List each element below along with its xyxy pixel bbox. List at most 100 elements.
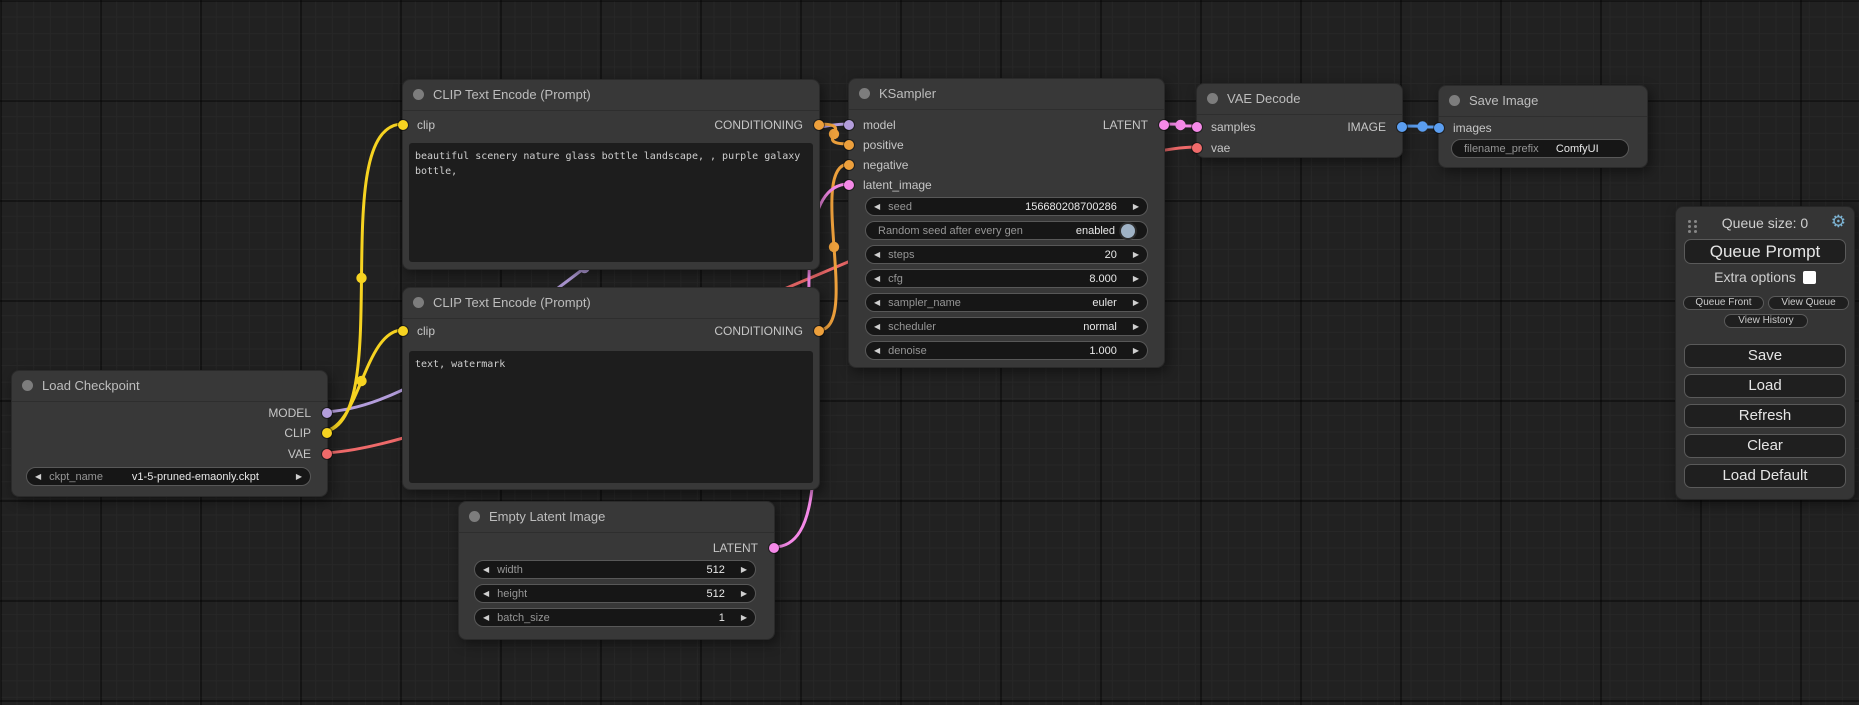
node-empty-latent-image[interactable]: Empty Latent Image LATENT ◀ width 512 ▶ … [458, 501, 775, 640]
right-arrow-icon[interactable]: ▶ [1125, 246, 1147, 263]
left-arrow-icon[interactable]: ◀ [475, 585, 497, 602]
node-title-bar[interactable]: KSampler [849, 79, 1164, 110]
output-slot-model[interactable] [322, 408, 332, 418]
input-slot-positive[interactable] [844, 140, 854, 150]
left-arrow-icon[interactable]: ◀ [866, 246, 888, 263]
left-arrow-icon[interactable]: ◀ [866, 342, 888, 359]
widget-filename-prefix[interactable]: filename_prefix ComfyUI [1451, 139, 1629, 158]
widget-random-seed-toggle[interactable]: Random seed after every gen enabled [865, 221, 1148, 240]
queue-prompt-button[interactable]: Queue Prompt [1684, 239, 1846, 264]
node-title-bar[interactable]: Load Checkpoint [12, 371, 327, 402]
output-slot-conditioning[interactable] [814, 120, 824, 130]
left-arrow-icon[interactable]: ◀ [866, 198, 888, 215]
left-arrow-icon[interactable]: ◀ [866, 294, 888, 311]
node-title-bar[interactable]: Empty Latent Image [459, 502, 774, 533]
view-history-button[interactable]: View History [1724, 314, 1808, 328]
widget-denoise[interactable]: ◀ denoise 1.000 ▶ [865, 341, 1148, 360]
left-arrow-icon[interactable]: ◀ [866, 318, 888, 335]
left-arrow-icon[interactable]: ◀ [866, 270, 888, 287]
input-slot-clip[interactable] [398, 326, 408, 336]
output-slot-image[interactable] [1397, 122, 1407, 132]
widget-cfg[interactable]: ◀ cfg 8.000 ▶ [865, 269, 1148, 288]
widget-sampler-name[interactable]: ◀ sampler_name euler ▶ [865, 293, 1148, 312]
output-slot-latent[interactable] [769, 543, 779, 553]
left-arrow-icon[interactable]: ◀ [27, 468, 49, 485]
load-button[interactable]: Load [1684, 374, 1846, 398]
right-arrow-icon[interactable]: ▶ [1125, 342, 1147, 359]
refresh-button[interactable]: Refresh [1684, 404, 1846, 428]
input-slot-clip[interactable] [398, 120, 408, 130]
collapse-dot-icon[interactable] [469, 511, 480, 522]
collapse-dot-icon[interactable] [1207, 93, 1218, 104]
node-vae-decode[interactable]: VAE Decode samples IMAGE vae [1196, 83, 1403, 158]
output-slot-latent[interactable] [1159, 120, 1169, 130]
output-slot-vae[interactable] [322, 449, 332, 459]
input-label-images: images [1453, 118, 1492, 138]
node-title-bar[interactable]: Save Image [1439, 86, 1647, 117]
right-arrow-icon[interactable]: ▶ [1125, 294, 1147, 311]
node-title-bar[interactable]: VAE Decode [1197, 84, 1402, 115]
widget-label: filename_prefix [1464, 143, 1539, 155]
input-slot-samples[interactable] [1192, 122, 1202, 132]
collapse-dot-icon[interactable] [22, 380, 33, 391]
extra-options-checkbox[interactable] [1803, 271, 1816, 284]
right-arrow-icon[interactable]: ▶ [733, 561, 755, 578]
left-arrow-icon[interactable]: ◀ [475, 561, 497, 578]
node-title: CLIP Text Encode (Prompt) [433, 87, 591, 102]
prompt-textarea[interactable]: text, watermark [409, 351, 813, 483]
widget-height[interactable]: ◀ height 512 ▶ [474, 584, 756, 603]
collapse-dot-icon[interactable] [859, 88, 870, 99]
node-clip-text-encode-positive[interactable]: CLIP Text Encode (Prompt) clip CONDITION… [402, 79, 820, 270]
input-slot-vae[interactable] [1192, 143, 1202, 153]
right-arrow-icon[interactable]: ▶ [1125, 318, 1147, 335]
right-arrow-icon[interactable]: ▶ [733, 585, 755, 602]
node-save-image[interactable]: Save Image images filename_prefix ComfyU… [1438, 85, 1648, 168]
widget-scheduler[interactable]: ◀ scheduler normal ▶ [865, 317, 1148, 336]
right-arrow-icon[interactable]: ▶ [1125, 198, 1147, 215]
collapse-dot-icon[interactable] [413, 89, 424, 100]
node-ksampler[interactable]: KSampler model LATENT positive negative … [848, 78, 1165, 368]
prompt-textarea[interactable]: beautiful scenery nature glass bottle la… [409, 143, 813, 262]
right-arrow-icon[interactable]: ▶ [288, 468, 310, 485]
output-slot-clip[interactable] [322, 428, 332, 438]
right-arrow-icon[interactable]: ▶ [1125, 270, 1147, 287]
widget-label: seed [888, 201, 912, 213]
output-slot-conditioning[interactable] [814, 326, 824, 336]
right-arrow-icon[interactable]: ▶ [733, 609, 755, 626]
node-title-bar[interactable]: CLIP Text Encode (Prompt) [403, 80, 819, 111]
widget-value: 512 [523, 564, 733, 576]
widget-value: v1-5-pruned-emaonly.ckpt [103, 471, 288, 483]
node-title: KSampler [879, 86, 936, 101]
widget-steps[interactable]: ◀ steps 20 ▶ [865, 245, 1148, 264]
widget-value: euler [961, 297, 1125, 309]
clear-button[interactable]: Clear [1684, 434, 1846, 458]
widget-value: normal [936, 321, 1125, 333]
queue-size-label: Queue size: 0 [1676, 215, 1854, 231]
widget-width[interactable]: ◀ width 512 ▶ [474, 560, 756, 579]
node-title-bar[interactable]: CLIP Text Encode (Prompt) [403, 288, 819, 319]
input-slot-negative[interactable] [844, 160, 854, 170]
node-title: Load Checkpoint [42, 378, 140, 393]
node-clip-text-encode-negative[interactable]: CLIP Text Encode (Prompt) clip CONDITION… [402, 287, 820, 490]
widget-ckpt-name[interactable]: ◀ ckpt_name v1-5-pruned-emaonly.ckpt ▶ [26, 467, 311, 486]
widget-seed[interactable]: ◀ seed 156680208700286 ▶ [865, 197, 1148, 216]
node-canvas[interactable]: Load Checkpoint MODEL CLIP VAE ◀ ckpt_na… [0, 0, 1859, 705]
input-slot-images[interactable] [1434, 123, 1444, 133]
load-default-button[interactable]: Load Default [1684, 464, 1846, 488]
view-queue-button[interactable]: View Queue [1768, 296, 1849, 310]
widget-label: cfg [888, 273, 903, 285]
left-arrow-icon[interactable]: ◀ [475, 609, 497, 626]
save-button[interactable]: Save [1684, 344, 1846, 368]
toggle-circle-icon[interactable] [1121, 224, 1135, 238]
queue-front-button[interactable]: Queue Front [1683, 296, 1764, 310]
input-slot-model[interactable] [844, 120, 854, 130]
collapse-dot-icon[interactable] [1449, 95, 1460, 106]
widget-batch-size[interactable]: ◀ batch_size 1 ▶ [474, 608, 756, 627]
widget-value: 20 [914, 249, 1124, 261]
output-label-clip: CLIP [284, 423, 311, 443]
gear-icon[interactable]: ⚙ [1831, 212, 1846, 232]
input-slot-latent-image[interactable] [844, 180, 854, 190]
node-load-checkpoint[interactable]: Load Checkpoint MODEL CLIP VAE ◀ ckpt_na… [11, 370, 328, 497]
collapse-dot-icon[interactable] [413, 297, 424, 308]
output-label-model: MODEL [268, 403, 311, 423]
